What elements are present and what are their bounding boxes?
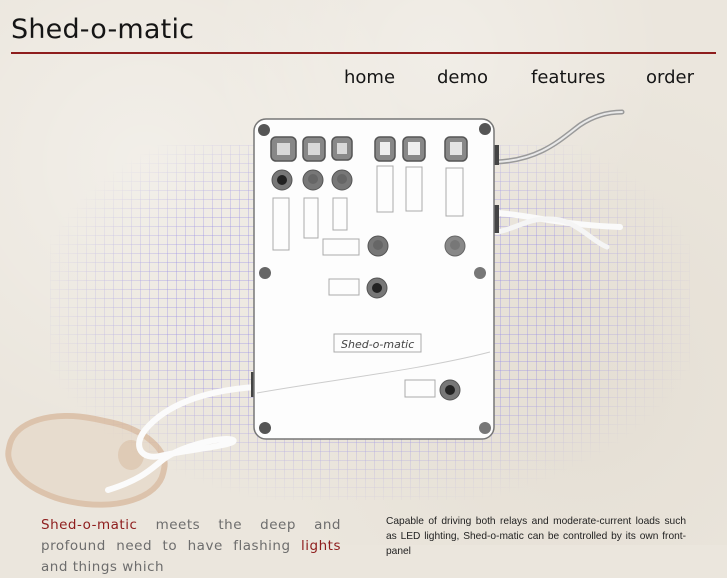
screw-icon	[258, 124, 270, 136]
wire-white-loop	[105, 384, 258, 493]
lights-highlight: lights	[301, 538, 341, 554]
screw-icon	[479, 422, 491, 434]
wire-grey	[493, 109, 625, 165]
screw-icon	[479, 123, 491, 135]
screw-icon	[259, 267, 271, 279]
brand-highlight: Shed-o-matic	[41, 517, 138, 533]
screw-icon	[474, 267, 486, 279]
device-illustration: Shed-o-matic	[105, 109, 625, 493]
intro-text: Shed-o-matic meets the deep and profound…	[41, 517, 341, 575]
screw-icon	[259, 422, 271, 434]
description-text: Capable of driving both relays and moder…	[386, 516, 686, 557]
panel-label: Shed-o-matic	[341, 338, 414, 351]
